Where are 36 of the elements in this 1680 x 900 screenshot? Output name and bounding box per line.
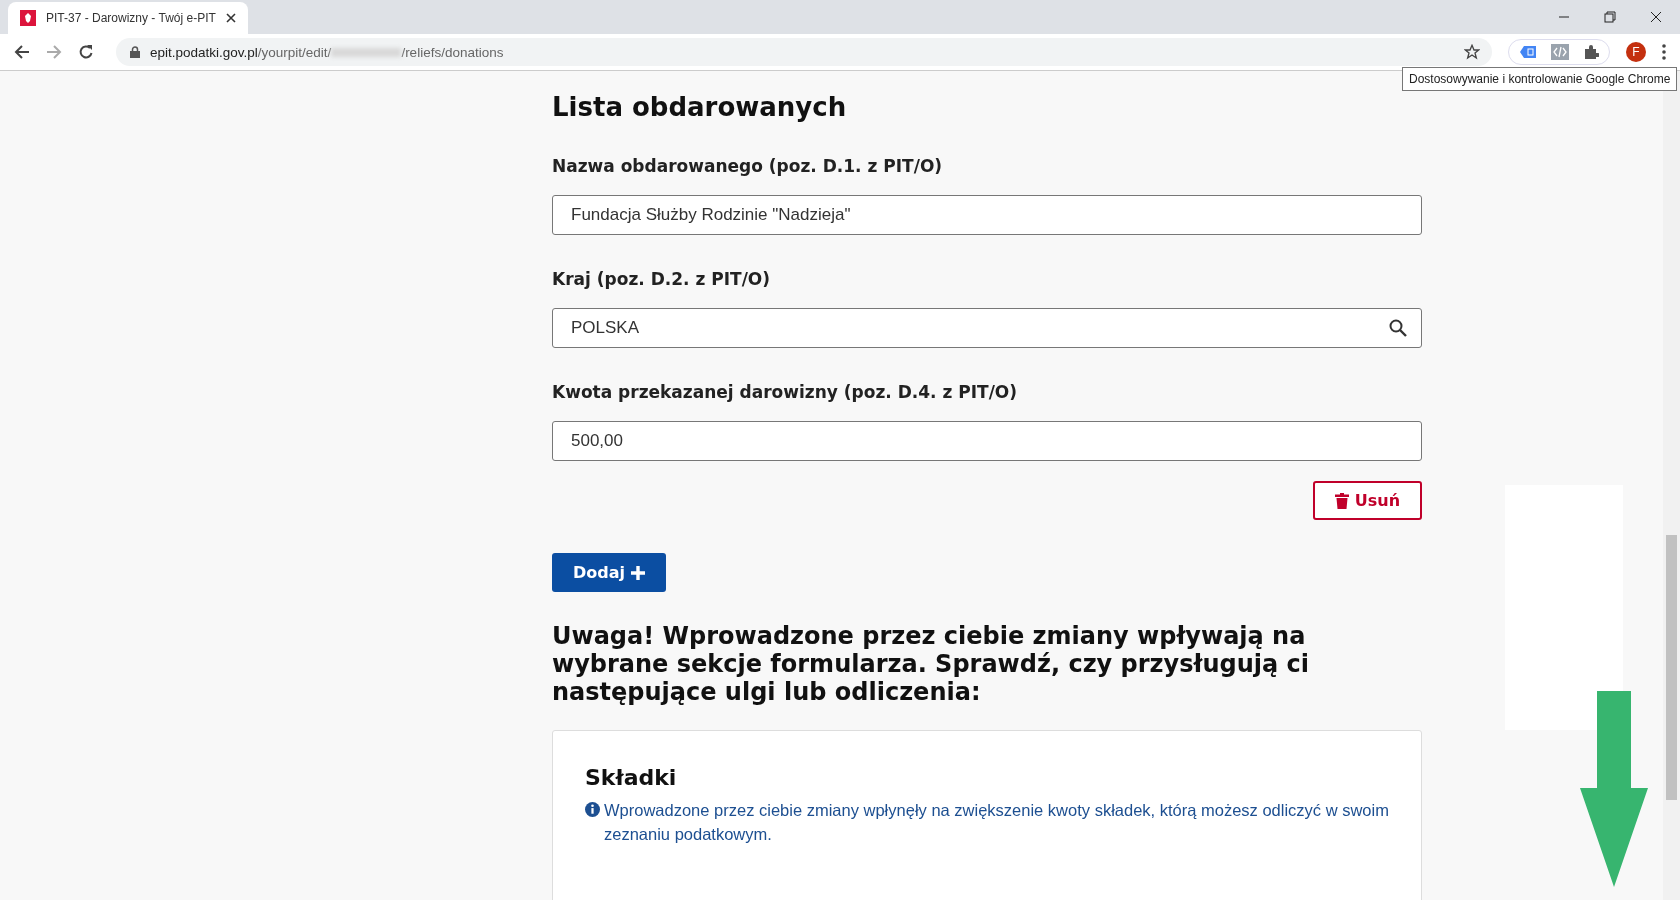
card-title: Składki — [585, 765, 678, 790]
browser-tab[interactable]: PIT-37 - Darowizny - Twój e-PIT — [8, 2, 248, 34]
input-field[interactable]: 500,00 — [552, 421, 1422, 461]
field-label: Kwota przekazanej darowizny (poz. D.4. z PIT/O) — [552, 381, 1019, 403]
puzzle-icon[interactable] — [1583, 44, 1599, 60]
emblem-icon — [20, 10, 36, 26]
search-icon[interactable] — [1389, 319, 1407, 337]
reload-icon[interactable] — [78, 44, 94, 60]
profile-avatar[interactable]: F — [1626, 42, 1646, 62]
back-icon[interactable] — [14, 44, 30, 60]
remove-button[interactable]: Usuń — [1313, 481, 1422, 520]
tooltip: Dostosowywanie i kontrolowanie Google Chrome — [1402, 67, 1678, 91]
restore-icon[interactable] — [1604, 11, 1616, 23]
field-label: Nazwa obdarowanego (poz. D.1. z PIT/O) — [552, 155, 944, 177]
blurred-text — [331, 47, 402, 57]
lock-icon — [130, 46, 140, 58]
page-title: Lista obdarowanych — [552, 91, 848, 123]
menu-icon[interactable] — [1662, 44, 1666, 60]
info-icon — [585, 802, 600, 817]
code-icon[interactable] — [1551, 44, 1569, 60]
down-arrow-icon — [1580, 691, 1648, 887]
tag-icon[interactable] — [1519, 45, 1537, 59]
tab-title: PIT-37 - Darowizny - Twój e-PIT — [46, 11, 216, 25]
scrollbar-thumb[interactable] — [1666, 535, 1677, 800]
plus-icon — [631, 565, 645, 580]
address-bar[interactable]: epit.podatki.gov.pl/yourpit/edit/ /reliefs/donations — [116, 38, 1492, 66]
field-label: Kraj (poz. D.2. z PIT/O) — [552, 268, 772, 290]
trash-icon — [1334, 492, 1349, 509]
close-icon[interactable] — [226, 13, 236, 23]
input-field[interactable]: Fundacja Służby Rodzinie "Nadzieja" — [552, 195, 1422, 235]
info-text: Wprowadzone przez ciebie zmiany wpłynęły na zwiększenie kwoty składek, którą możesz odliczyć w swoim zeznaniu podatkowym. — [604, 800, 1389, 845]
warning-heading: Uwaga! Wprowadzone przez ciebie zmiany wpływają na wybrane sekcje formularza. Sprawdź, czy przysługują ci następujące ulgi lub odliczenia: — [552, 622, 1310, 706]
add-button[interactable]: Dodaj — [552, 553, 666, 592]
search-field[interactable]: POLSKA — [552, 308, 1422, 348]
star-icon[interactable] — [1464, 44, 1480, 60]
close-icon[interactable] — [1650, 11, 1662, 23]
